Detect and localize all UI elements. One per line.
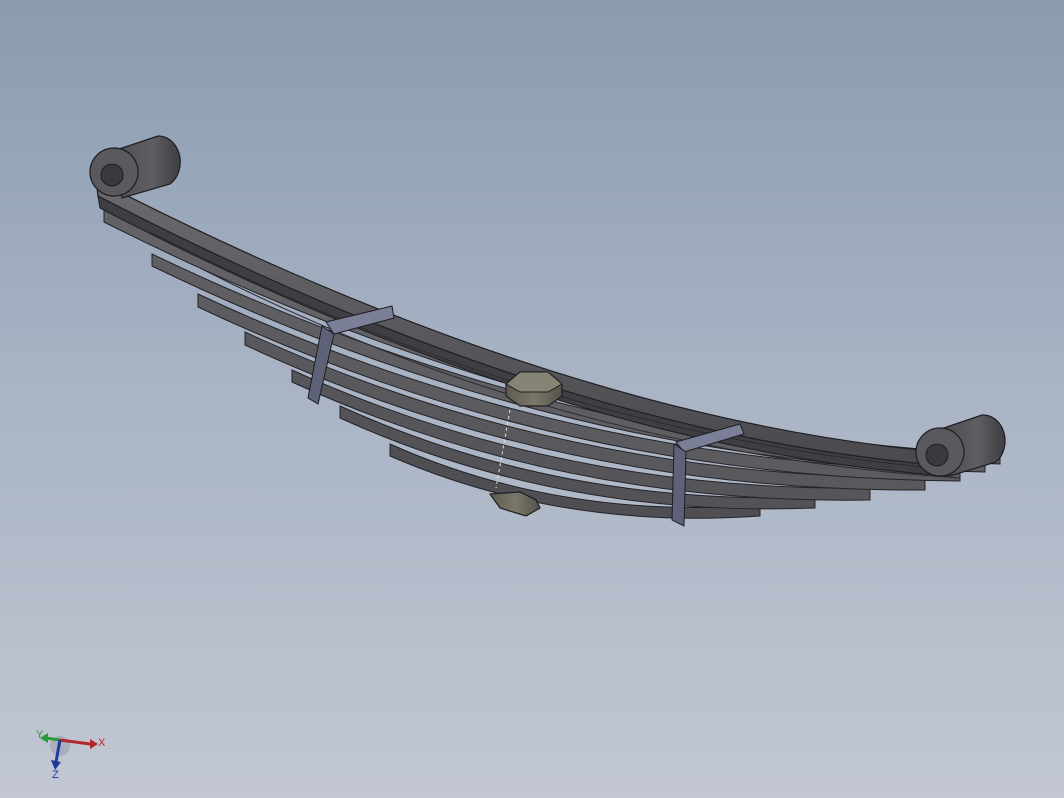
graphics-viewport[interactable]: X Y Z <box>0 0 1064 798</box>
leaf-spring-model[interactable] <box>0 0 1064 798</box>
triad-y-label: Y <box>36 729 44 741</box>
left-spring-eye <box>89 135 181 199</box>
triad-z-label: Z <box>52 769 59 780</box>
right-spring-eye <box>915 414 1006 477</box>
orientation-triad[interactable]: X Y Z <box>30 724 110 780</box>
triad-x-label: X <box>98 737 106 749</box>
